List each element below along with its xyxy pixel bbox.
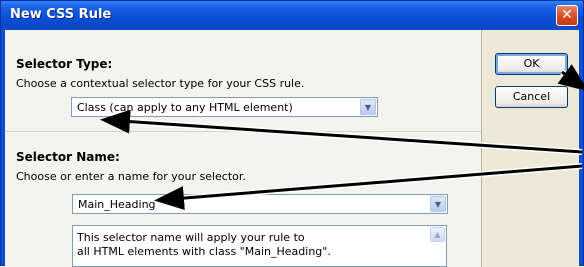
selector-type-description: Choose a contextual selector type for yo… — [16, 77, 305, 90]
info-line: all HTML elements with class "Main_Headi… — [77, 245, 331, 258]
selector-info-text: This selector name will apply your rule … — [72, 225, 447, 267]
section-divider — [5, 131, 481, 132]
dialog-window: New CSS Rule ✕ Selector Type: Choose a c… — [0, 0, 584, 267]
selector-type-select[interactable]: Class (can apply to any HTML element) ▼ — [71, 97, 378, 117]
title-bar[interactable]: New CSS Rule ✕ — [1, 1, 583, 30]
selector-name-input[interactable]: Main_Heading ▼ — [72, 194, 448, 214]
dialog-title: New CSS Rule — [10, 7, 112, 22]
selector-name-value: Main_Heading — [78, 198, 156, 211]
selector-type-heading: Selector Type: — [16, 57, 113, 71]
selector-type-value: Class (can apply to any HTML element) — [77, 101, 293, 114]
close-button[interactable]: ✕ — [556, 5, 578, 26]
ok-button[interactable]: OK — [495, 53, 568, 75]
scroll-up-icon[interactable]: ▲ — [430, 227, 445, 242]
chevron-down-icon[interactable]: ▼ — [430, 196, 446, 212]
info-line: This selector name will apply your rule … — [77, 231, 305, 244]
selector-name-description: Choose or enter a name for your selector… — [16, 170, 246, 183]
cancel-button[interactable]: Cancel — [495, 86, 568, 108]
chevron-down-icon[interactable]: ▼ — [360, 99, 376, 115]
main-panel: Selector Type: Choose a contextual selec… — [5, 30, 482, 267]
close-icon: ✕ — [561, 7, 573, 23]
dialog-body: Selector Type: Choose a contextual selec… — [5, 30, 579, 267]
selector-name-heading: Selector Name: — [16, 150, 120, 164]
